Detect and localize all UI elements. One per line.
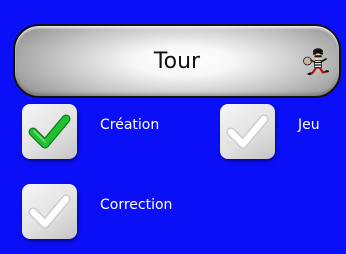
jeu-option[interactable]: Jeu	[220, 104, 340, 162]
creation-option[interactable]: Création	[22, 104, 192, 162]
correction-option[interactable]: Correction	[22, 184, 202, 242]
checkmark-icon	[226, 114, 269, 149]
tour-button[interactable]: Tour	[13, 24, 341, 98]
creation-label: Création	[100, 117, 160, 133]
jeu-label: Jeu	[298, 117, 320, 133]
creation-checkbox[interactable]	[22, 104, 77, 159]
settings-panel: Tour Création Jeu Correction	[0, 0, 346, 254]
jeu-checkbox[interactable]	[220, 104, 275, 159]
burglar-icon	[303, 48, 329, 76]
tour-button-label: Tour	[153, 49, 201, 74]
correction-checkbox[interactable]	[22, 184, 77, 239]
checkmark-icon	[28, 114, 71, 149]
checkmark-icon	[28, 194, 71, 229]
correction-label: Correction	[100, 197, 173, 213]
